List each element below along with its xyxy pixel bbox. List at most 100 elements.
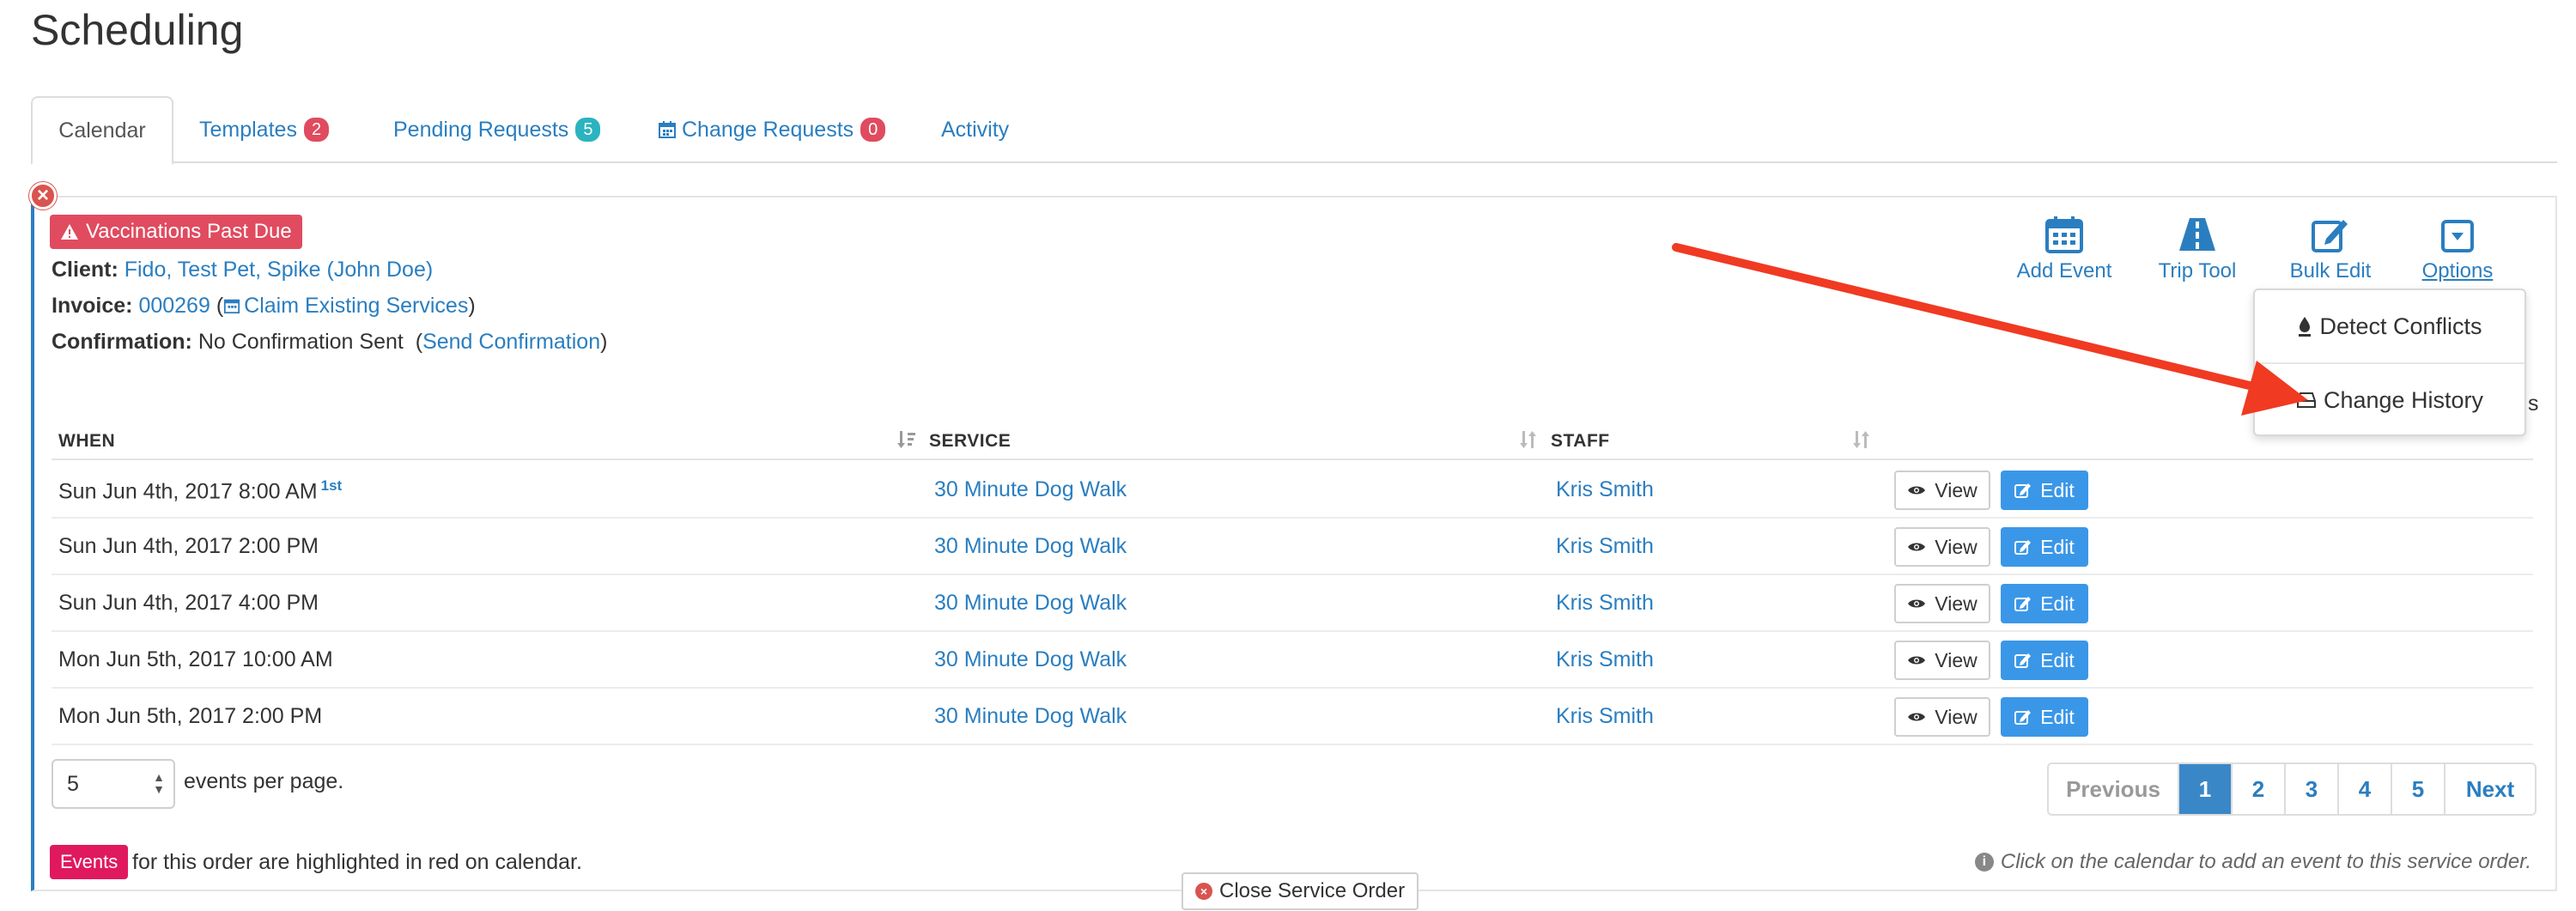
tab-pending-requests[interactable]: Pending Requests 5 xyxy=(393,96,601,163)
per-page-value: 5 xyxy=(67,771,79,796)
page-button-3[interactable]: 3 xyxy=(2284,764,2337,814)
tab-bar: Calendar Templates 2 Pending Requests 5 … xyxy=(31,96,2557,165)
view-label: View xyxy=(1935,478,1978,501)
column-header-staff[interactable]: STAFF xyxy=(1551,431,1610,452)
calendar-icon xyxy=(2045,216,2083,253)
options-button[interactable]: Options xyxy=(2418,215,2497,283)
event-datetime: Mon Jun 5th, 2017 10:00 AM xyxy=(58,647,333,671)
view-button[interactable]: View xyxy=(1894,697,1990,737)
tab-calendar[interactable]: Calendar xyxy=(31,96,173,165)
alert-text: Vaccinations Past Due xyxy=(86,220,292,243)
staff-link[interactable]: Kris Smith xyxy=(1556,534,1654,559)
view-button[interactable]: View xyxy=(1894,527,1990,567)
calendar-hint: i Click on the calendar to add an event … xyxy=(1974,850,2531,874)
view-label: View xyxy=(1935,648,1978,671)
detect-conflicts-menu-item[interactable]: Detect Conflicts xyxy=(2255,290,2524,362)
table-row: Mon Jun 5th, 2017 10:00 AM 30 Minute Dog… xyxy=(52,632,2533,689)
warning-icon xyxy=(61,224,78,240)
add-event-button[interactable]: Add Event xyxy=(2013,215,2116,283)
stepper-arrows-icon[interactable]: ▲ ▼ xyxy=(153,771,165,795)
edit-label: Edit xyxy=(2040,705,2075,728)
tab-label: Activity xyxy=(941,117,1010,142)
confirmation-label: Confirmation: xyxy=(52,330,192,354)
event-datetime: Sun Jun 4th, 2017 8:00 AM xyxy=(58,479,318,504)
pending-requests-count-badge: 5 xyxy=(575,118,601,142)
edit-label: Edit xyxy=(2040,478,2075,501)
edit-icon xyxy=(2312,220,2348,252)
sort-desc-icon[interactable] xyxy=(896,429,917,456)
service-link[interactable]: 30 Minute Dog Walk xyxy=(934,704,1127,729)
view-button[interactable]: View xyxy=(1894,471,1990,510)
page-button-2[interactable]: 2 xyxy=(2231,764,2284,814)
service-link[interactable]: 30 Minute Dog Walk xyxy=(934,591,1127,616)
client-line: Client: Fido, Test Pet, Spike (John Doe) xyxy=(52,258,433,282)
view-label: View xyxy=(1935,535,1978,558)
event-datetime: Sun Jun 4th, 2017 2:00 PM xyxy=(58,534,319,558)
staff-link[interactable]: Kris Smith xyxy=(1556,477,1654,502)
column-header-when[interactable]: WHEN xyxy=(58,431,115,452)
bulk-edit-button[interactable]: Bulk Edit xyxy=(2287,215,2373,283)
tab-label: Calendar xyxy=(58,118,146,143)
page-button-1[interactable]: 1 xyxy=(2178,764,2231,814)
claim-services-text: Claim Existing Services xyxy=(244,294,469,318)
events-highlight-note: for this order are highlighted in red on… xyxy=(132,850,582,874)
edit-button[interactable]: Edit xyxy=(2001,527,2088,567)
tab-activity[interactable]: Activity xyxy=(941,96,1009,163)
edit-label: Edit xyxy=(2040,535,2075,558)
invoice-line: Invoice: 000269 (Claim Existing Services… xyxy=(52,294,476,318)
client-link[interactable]: Fido, Test Pet, Spike (John Doe) xyxy=(125,258,433,282)
column-header-service[interactable]: SERVICE xyxy=(929,431,1011,452)
invoice-link[interactable]: 000269 xyxy=(138,294,210,318)
pagination: Previous 1 2 3 4 5 Next xyxy=(2047,762,2537,816)
eye-icon xyxy=(1908,599,1926,608)
page-button-4[interactable]: 4 xyxy=(2337,764,2391,814)
tab-change-requests[interactable]: Change Requests 0 xyxy=(658,96,886,163)
edit-label: Edit xyxy=(2040,592,2075,615)
change-history-label: Change History xyxy=(2323,386,2484,413)
edit-label: Edit xyxy=(2040,648,2075,671)
trip-tool-label: Trip Tool xyxy=(2158,259,2237,282)
edit-button[interactable]: Edit xyxy=(2001,471,2088,510)
close-service-order-button[interactable]: × Close Service Order xyxy=(1182,872,1419,910)
close-panel-icon[interactable]: × xyxy=(29,182,57,210)
claim-services-link[interactable]: Claim Existing Services xyxy=(223,294,468,318)
trip-tool-button[interactable]: Trip Tool xyxy=(2152,215,2243,283)
edit-button[interactable]: Edit xyxy=(2001,697,2088,737)
options-label: Options xyxy=(2421,259,2494,282)
edit-icon xyxy=(2014,597,2032,611)
edit-icon xyxy=(2014,483,2032,498)
sort-icon[interactable] xyxy=(1851,429,1872,456)
close-service-order-label: Close Service Order xyxy=(1219,879,1406,902)
next-page-button[interactable]: Next xyxy=(2444,764,2535,814)
confirmation-status: No Confirmation Sent xyxy=(197,330,404,354)
staff-link[interactable]: Kris Smith xyxy=(1556,591,1654,616)
per-page-stepper[interactable]: 5 ▲ ▼ xyxy=(52,759,175,809)
staff-link[interactable]: Kris Smith xyxy=(1556,704,1654,729)
archive-icon xyxy=(2296,392,2316,408)
view-button[interactable]: View xyxy=(1894,641,1990,680)
service-link[interactable]: 30 Minute Dog Walk xyxy=(934,534,1127,559)
event-datetime: Mon Jun 5th, 2017 2:00 PM xyxy=(58,704,323,728)
table-row: Sun Jun 4th, 2017 2:00 PM 30 Minute Dog … xyxy=(52,519,2533,575)
add-event-label: Add Event xyxy=(2016,259,2112,282)
edit-icon xyxy=(2014,710,2032,725)
close-circle-icon: × xyxy=(1195,883,1212,900)
staff-link[interactable]: Kris Smith xyxy=(1556,647,1654,672)
options-dropdown-menu: Detect Conflicts Change History xyxy=(2253,288,2526,436)
gavel-icon xyxy=(2299,317,2312,337)
sort-icon[interactable] xyxy=(1518,429,1539,456)
page-button-5[interactable]: 5 xyxy=(2391,764,2444,814)
send-confirmation-link[interactable]: Send Confirmation xyxy=(422,330,600,354)
table-row: Sun Jun 4th, 2017 8:00 AM 1st 30 Minute D… xyxy=(52,462,2533,519)
tab-templates[interactable]: Templates 2 xyxy=(199,96,330,163)
info-icon: i xyxy=(1974,853,1994,872)
edit-button[interactable]: Edit xyxy=(2001,641,2088,680)
service-link[interactable]: 30 Minute Dog Walk xyxy=(934,647,1127,672)
view-button[interactable]: View xyxy=(1894,584,1990,623)
service-link[interactable]: 30 Minute Dog Walk xyxy=(934,477,1127,502)
edit-icon xyxy=(2014,540,2032,555)
previous-page-button[interactable]: Previous xyxy=(2049,764,2178,814)
caret-square-down-icon xyxy=(2441,220,2474,252)
edit-button[interactable]: Edit xyxy=(2001,584,2088,623)
tab-label: Templates xyxy=(199,117,297,142)
